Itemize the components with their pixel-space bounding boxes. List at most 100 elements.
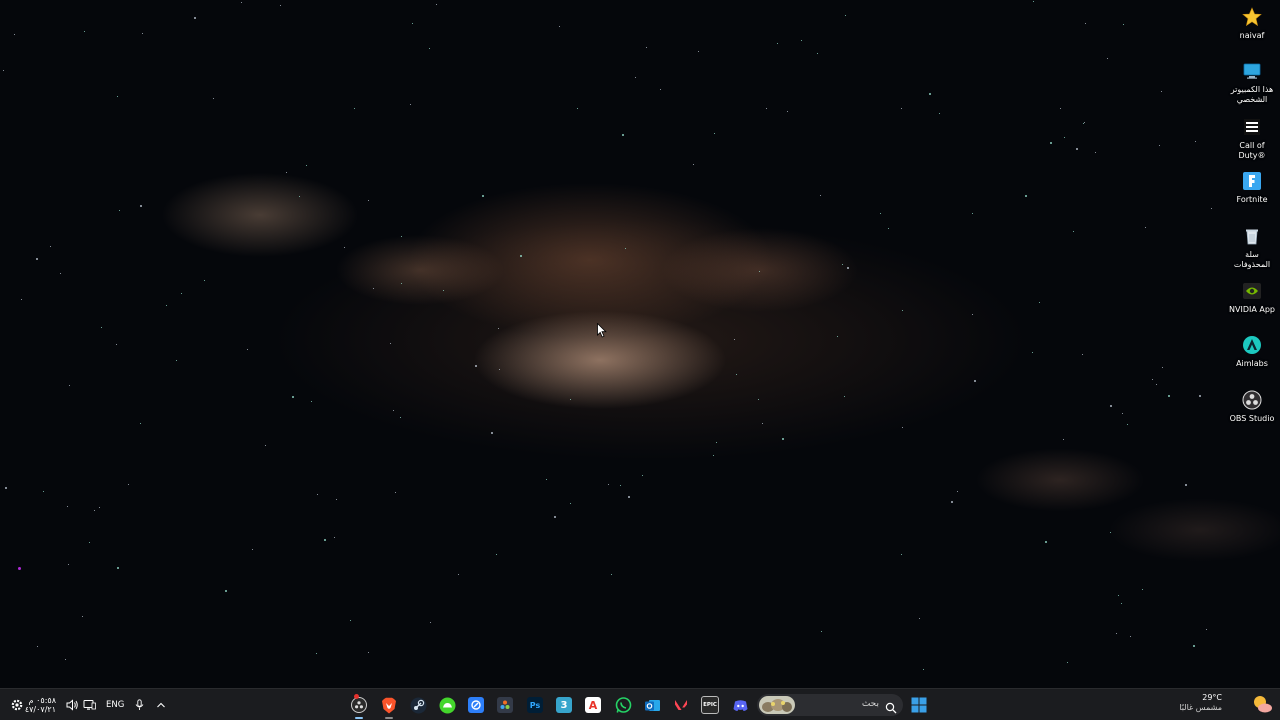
network-icon[interactable] [83,689,96,720]
star [622,134,624,136]
star [1116,633,1117,634]
desktop-icon-label: سلة المحذوفات [1233,250,1271,269]
star [354,108,355,109]
star [482,195,484,197]
star [241,2,242,3]
star [608,484,609,485]
star [1107,58,1108,59]
star [559,26,560,27]
star [299,196,300,197]
star [713,455,714,456]
desktop-icon-naivaf[interactable]: naivaf [1224,6,1280,41]
star [68,564,69,565]
input-language-indicator[interactable]: ENG [106,689,124,720]
star [194,17,196,19]
star [1110,405,1112,407]
star [787,111,788,112]
star [714,133,715,134]
weather-widget[interactable]: 29°C مشمس غالبًا [1179,692,1274,718]
fortnite-icon [1241,170,1263,192]
star [1130,636,1131,637]
steam-icon [410,697,426,713]
star [1039,302,1040,303]
desktop-icon-label: OBS Studio [1229,414,1275,423]
show-hidden-icons-chevron-up-icon[interactable] [156,689,166,720]
taskbar-app-davinci-resolve[interactable] [494,694,516,716]
desktop-icon-aimlabs[interactable]: Aimlabs [1224,334,1280,369]
clock[interactable]: ٠٥:٥٨ م ٤٧/٠٧/٢١ [25,689,56,720]
taskbar-app-outlook[interactable] [641,694,663,716]
star [429,48,430,49]
taskbar-app-3ds-max[interactable]: 3 [553,694,575,716]
obs-studio-icon [1241,389,1263,411]
desktop-icon-nvidia-app[interactable]: NVIDIA App [1224,280,1280,315]
taskbar-app-razer-cortex[interactable] [436,694,458,716]
desktop-icon-fortnite[interactable]: Fortnite [1224,170,1280,205]
taskbar-app-discord[interactable] [729,694,751,716]
star [116,344,117,345]
desktop-icon-recycle-bin[interactable]: سلة المحذوفات [1224,225,1280,269]
star [880,213,881,214]
star [1161,91,1162,92]
star [1193,645,1195,647]
taskbar-app-epic-games[interactable]: EPIC [699,694,721,716]
star [845,15,846,16]
star [817,53,818,54]
taskbar-app-valorant[interactable] [670,694,692,716]
desktop-icon-label: Aimlabs [1236,359,1268,368]
star [43,491,44,492]
star [65,659,66,660]
taskbar-app-brave[interactable] [378,694,400,719]
star [1127,424,1128,425]
weather-temperature: 29°C [1202,693,1222,702]
star [1122,413,1123,414]
star [1142,589,1143,590]
star [570,503,571,504]
taskbar-app-blue[interactable] [465,694,487,716]
taskbar-app-obs-studio[interactable] [348,694,370,719]
notification-center-button[interactable] [10,689,24,720]
star [430,622,431,623]
star [635,77,636,78]
star [117,567,119,569]
star [350,620,351,621]
star [67,506,68,507]
star [1025,195,1027,197]
razer-cortex-icon [439,697,455,713]
desktop-icon-obs-studio[interactable]: OBS Studio [1224,389,1280,424]
microphone-icon[interactable] [135,689,144,720]
desktop-icon-call-of-duty[interactable]: Call of Duty® [1224,116,1280,160]
desktop-wallpaper[interactable]: naivaf هذا الكمبيوتر الشخصي Call of Duty… [0,0,1280,688]
taskbar-app-acrobat[interactable]: A [582,694,604,716]
desktop-icon-this-pc[interactable]: هذا الكمبيوتر الشخصي [1224,60,1280,104]
desktop-icon-label: هذا الكمبيوتر الشخصي [1230,85,1274,104]
weather-text: 29°C مشمس غالبًا [1179,693,1222,713]
star [611,574,612,575]
obs-studio-taskbar-icon [351,697,367,713]
star [84,31,85,32]
star [801,40,802,41]
taskbar-app-photoshop[interactable]: Ps [524,694,546,716]
star [923,669,924,670]
star [306,165,307,166]
star [546,479,547,480]
search-box[interactable]: بحث [757,694,903,716]
star [1032,352,1033,353]
star [1211,208,1212,209]
star [919,618,920,619]
star [734,339,735,340]
search-placeholder: بحث [861,699,879,709]
taskbar-app-whatsapp[interactable] [612,694,634,716]
star [390,343,391,344]
star [317,494,318,495]
taskbar-app-steam[interactable] [407,694,429,716]
star [316,653,317,654]
volume-icon[interactable] [66,689,79,720]
star [117,96,118,97]
start-button[interactable] [908,694,930,716]
star [1084,122,1085,123]
star [82,616,83,617]
star [410,104,411,105]
star [625,248,626,249]
davinci-resolve-icon [497,697,513,713]
